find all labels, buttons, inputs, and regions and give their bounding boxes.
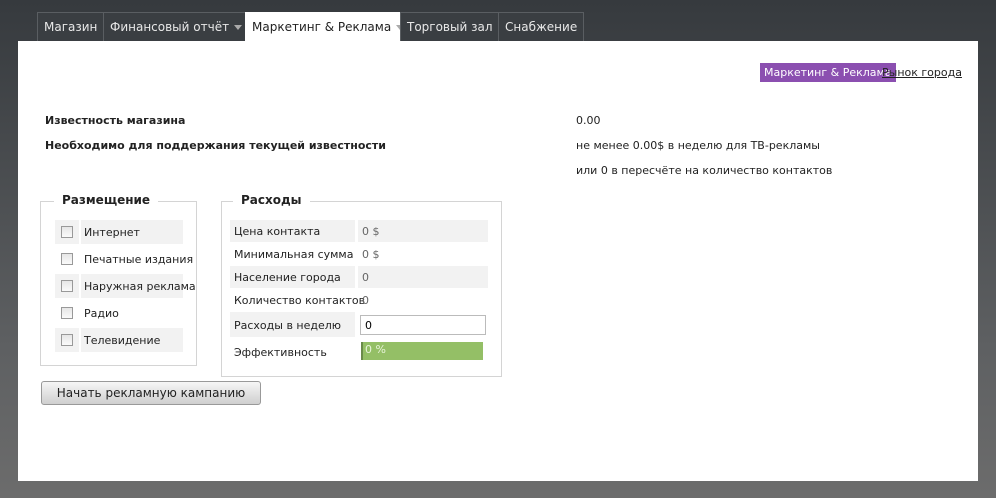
efficiency-fill: 0 % xyxy=(361,342,483,360)
city-market-link[interactable]: Рынок города xyxy=(882,66,962,79)
fame-value: 0.00 xyxy=(576,114,601,127)
contact-price-label: Цена контакта xyxy=(234,225,321,238)
expenses-title: Расходы xyxy=(233,193,310,207)
row-bg xyxy=(358,266,488,288)
tab-financial-report[interactable]: Финансовый отчёт xyxy=(103,12,250,41)
min-sum-value: 0 $ xyxy=(362,248,380,261)
contacts-value: 0 xyxy=(362,294,369,307)
placement-checkbox[interactable] xyxy=(61,226,73,238)
tab-sales-floor[interactable]: Торговый зал xyxy=(400,12,500,41)
efficiency-bar: 0 % xyxy=(361,342,483,360)
maintain-value: не менее 0.00$ в неделю для ТВ-рекламы xyxy=(576,139,820,152)
population-label: Население города xyxy=(234,271,341,284)
placement-label: Телевидение xyxy=(84,334,161,347)
maintain-label: Необходимо для поддержания текущей извес… xyxy=(45,139,386,152)
placement-checkbox[interactable] xyxy=(61,280,73,292)
placement-label: Печатные издания xyxy=(84,253,194,266)
tab-label: Финансовый отчёт xyxy=(110,20,230,34)
maintain-value-contacts: или 0 в пересчёте на количество контакто… xyxy=(576,164,833,177)
placement-title: Размещение xyxy=(54,193,159,207)
chevron-down-icon[interactable] xyxy=(234,25,243,30)
start-campaign-button[interactable]: Начать рекламную кампанию xyxy=(41,381,261,405)
placement-label: Интернет xyxy=(84,226,140,239)
placement-label: Наружная реклама xyxy=(84,280,196,293)
placement-label: Радио xyxy=(84,307,119,320)
min-sum-label: Минимальная сумма xyxy=(234,248,354,261)
placement-checkbox[interactable] xyxy=(61,334,73,346)
tab-label: Маркетинг & Реклама xyxy=(252,20,392,34)
tab-label: Магазин xyxy=(44,20,98,34)
efficiency-label: Эффективность xyxy=(234,346,327,359)
population-value: 0 xyxy=(362,271,369,284)
weekly-expense-input[interactable] xyxy=(360,315,486,335)
tab-label: Торговый зал xyxy=(407,20,493,34)
tab-shop[interactable]: Магазин xyxy=(37,12,105,41)
fame-label: Известность магазина xyxy=(45,114,186,127)
subnav-active[interactable]: Маркетинг & Реклама xyxy=(760,63,896,82)
tab-marketing[interactable]: Маркетинг & Реклама xyxy=(245,12,412,41)
efficiency-value: 0 % xyxy=(365,343,386,356)
placement-checkbox[interactable] xyxy=(61,253,73,265)
weekly-label: Расходы в неделю xyxy=(234,319,342,332)
tab-supply[interactable]: Снабжение xyxy=(498,12,585,41)
contacts-label: Количество контактов xyxy=(234,294,366,307)
placement-checkbox[interactable] xyxy=(61,307,73,319)
content-panel: Маркетинг & Реклама Рынок города Известн… xyxy=(18,41,978,481)
contact-price-value: 0 $ xyxy=(362,225,380,238)
tab-label: Снабжение xyxy=(505,20,578,34)
